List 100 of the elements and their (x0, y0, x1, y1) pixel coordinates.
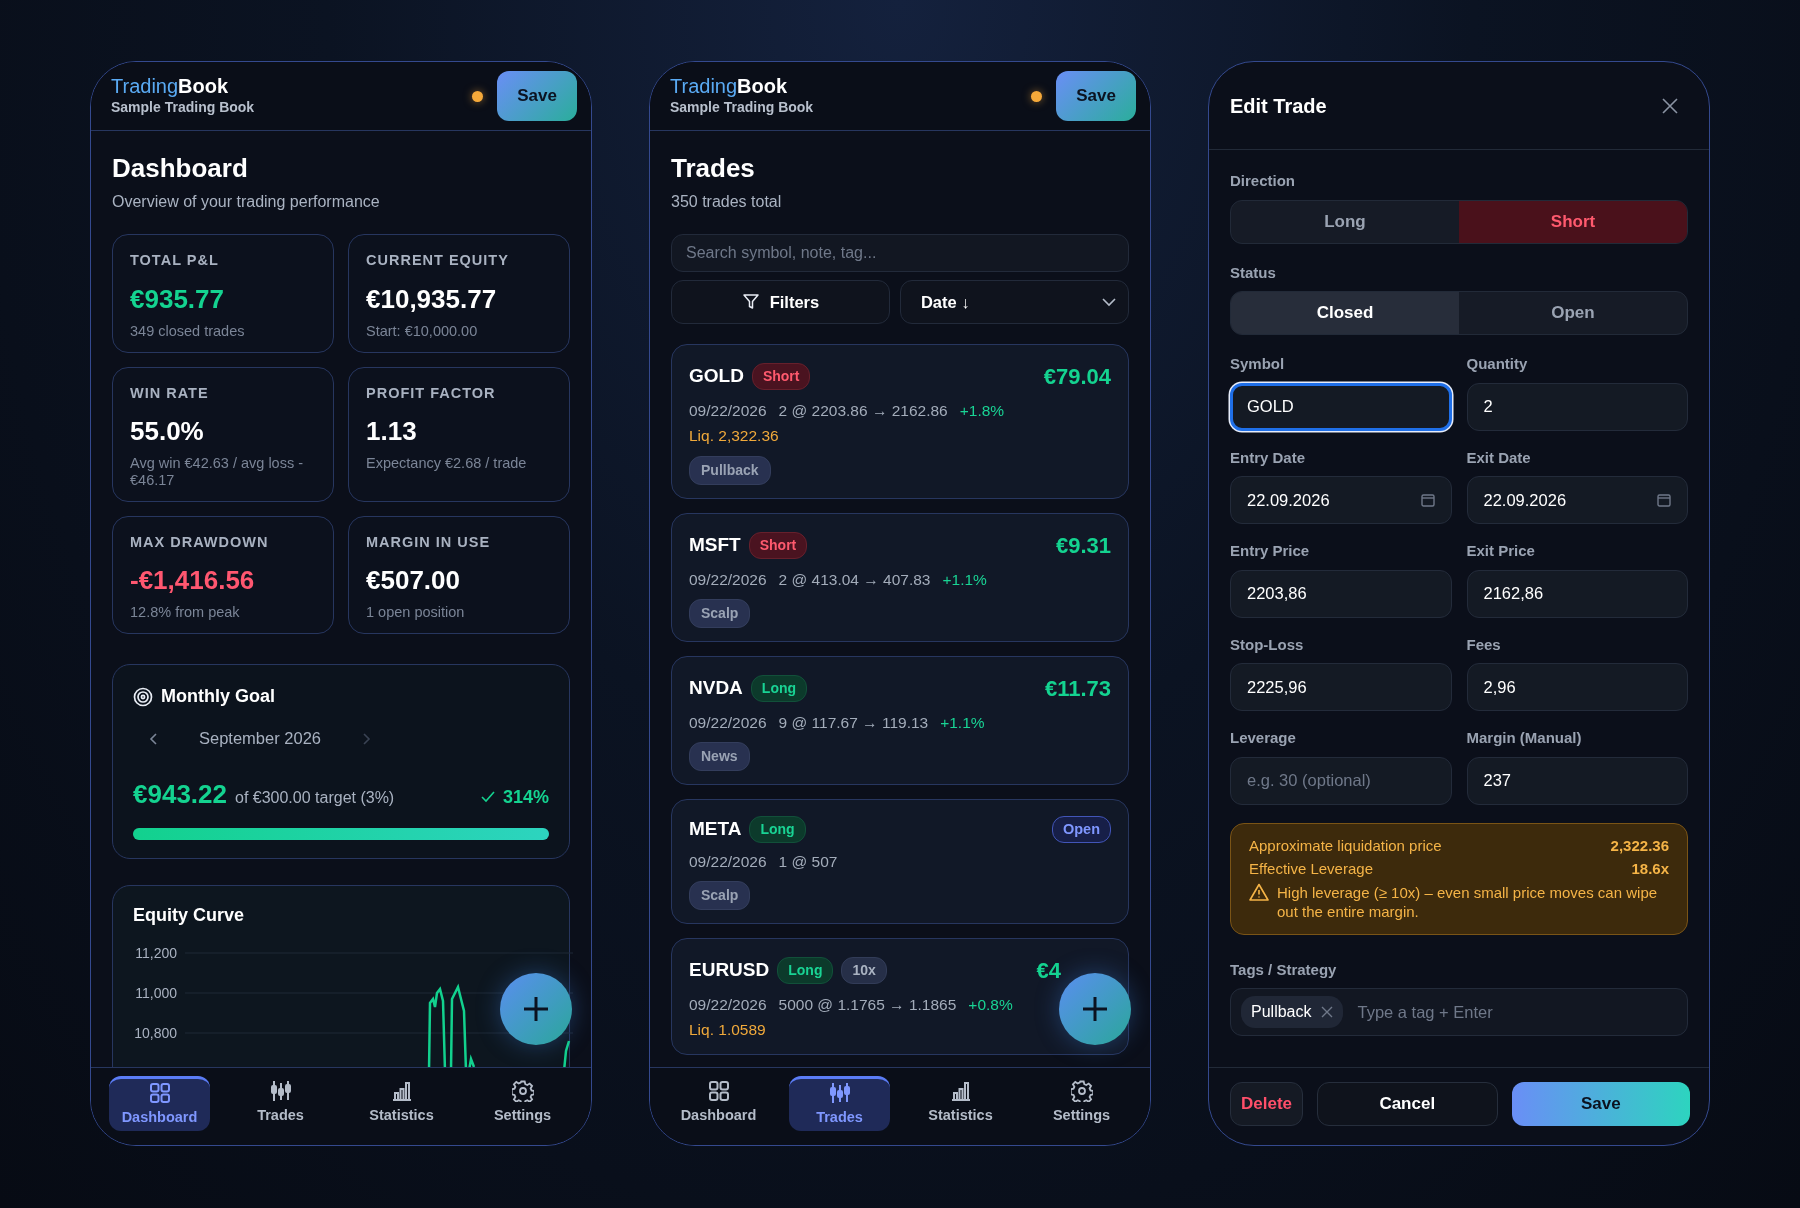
warning-message: High leverage (≥ 10x) – even small price moves can wipe out the entire margin. (1277, 882, 1659, 922)
input-field[interactable]: 2162,86 (1466, 569, 1688, 618)
trade-card[interactable]: GOLD Short €79.04 09/22/2026 2 @ 2203.86 → 2162.86 +1.8% Liq. 2,322.36 Pullback (671, 344, 1129, 499)
field-label: Leverage (1230, 728, 1297, 748)
input-field[interactable]: 2,96 (1466, 663, 1688, 711)
liquidation-price: Liq. 1.0589 (689, 1020, 767, 1041)
trade-pnl: €79.04 (1043, 363, 1111, 392)
field-label: Stop-Loss (1230, 634, 1305, 655)
trade-card[interactable]: NVDA Long €11.73 09/22/2026 9 @ 117.67 → 119.13 +1.1% News (671, 655, 1129, 786)
field-input[interactable]: GOLD (1247, 394, 1435, 419)
nav-tab[interactable]: Dashboard (109, 1076, 210, 1131)
tag-chip[interactable]: Pullback (1241, 996, 1344, 1028)
save-button[interactable]: Save (497, 71, 577, 121)
save-button[interactable]: Save (1056, 71, 1136, 121)
leverage-badge: 10x (841, 956, 887, 984)
nav-tab[interactable]: Statistics (910, 1076, 1011, 1131)
book-name: Sample Trading Book (670, 97, 815, 117)
input-field[interactable]: 2203,86 (1230, 569, 1452, 618)
field-label: Symbol (1230, 354, 1286, 374)
settings-icon (1070, 1080, 1093, 1103)
input-field[interactable]: 2225,96 (1230, 663, 1452, 711)
input-field[interactable]: e.g. 30 (optional) (1230, 756, 1452, 805)
trade-detail: 9 @ 117.67 → 119.13 (778, 712, 929, 733)
nav-tab[interactable]: Trades (230, 1076, 331, 1131)
calendar-icon[interactable] (1657, 493, 1671, 507)
segment-option[interactable]: Short (1459, 200, 1687, 243)
field-input[interactable]: 2225,96 (1247, 674, 1435, 700)
field-label: Status (1230, 262, 1277, 283)
segment-option[interactable]: Closed (1231, 292, 1459, 334)
field-input[interactable]: e.g. 30 (optional) (1247, 768, 1435, 793)
field-label: Tags / Strategy (1230, 959, 1338, 980)
warning-value: 2,322.36 (1610, 835, 1669, 855)
trade-detail: 5000 @ 1.1765 → 1.1865 (778, 994, 957, 1015)
field-input[interactable]: 22.09.2026 (1483, 487, 1649, 513)
input-field[interactable]: GOLD (1230, 382, 1452, 431)
field-input[interactable]: 2203,86 (1247, 581, 1435, 606)
stat-value: €10,935.77 (366, 282, 498, 316)
stat-note: 349 closed trades (130, 322, 246, 340)
segment-option[interactable]: Open (1459, 292, 1687, 334)
tags-field[interactable]: Pullback Type a tag + Enter (1230, 988, 1688, 1036)
trade-symbol: MSFT (689, 532, 741, 557)
stat-value: -€1,416.56 (130, 564, 256, 598)
input-field[interactable]: 2 (1466, 382, 1688, 431)
close-icon[interactable] (1661, 96, 1679, 115)
bar-chart-icon (949, 1080, 972, 1103)
trade-date: 09/22/2026 (689, 851, 767, 872)
filters-button[interactable]: Filters (671, 280, 890, 325)
goal-target: of €300.00 target (3%) (235, 787, 396, 808)
trade-detail: 2 @ 2203.86 → 2162.86 (778, 401, 948, 422)
nav-tab[interactable]: Statistics (351, 1076, 452, 1131)
previous-month-icon[interactable] (149, 731, 159, 746)
field-label: Exit Date (1466, 447, 1532, 468)
field-input[interactable]: 2,96 (1483, 674, 1671, 700)
trade-change: +0.8% (968, 994, 1013, 1015)
warning-icon (1249, 882, 1269, 901)
field-input[interactable]: 2162,86 (1483, 581, 1671, 606)
grid-icon (707, 1080, 730, 1103)
input-field[interactable]: 22.09.2026 (1230, 476, 1452, 524)
stat-label: PROFIT FACTOR (366, 383, 497, 403)
trade-card[interactable]: META Long Open 09/22/2026 1 @ 507 Scalp (671, 799, 1129, 924)
trade-tag: News (689, 742, 750, 772)
nav-tab[interactable]: Settings (472, 1076, 573, 1131)
goal-title: Monthly Goal (161, 685, 275, 709)
trade-tag: Scalp (689, 598, 751, 628)
warning-label: Approximate liquidation price (1249, 835, 1442, 855)
nav-tab[interactable]: Trades (789, 1076, 890, 1131)
footer-button[interactable]: Delete (1230, 1082, 1304, 1126)
page-title: Trades (671, 153, 756, 185)
stat-label: MAX DRAWDOWN (130, 532, 270, 552)
filter-icon (741, 293, 760, 312)
warning-label: Effective Leverage (1249, 859, 1373, 879)
trade-change: +1.8% (959, 401, 1005, 422)
page-title: Dashboard (112, 153, 249, 185)
status-badge: Open (1051, 815, 1111, 844)
field-label: Entry Price (1230, 541, 1311, 561)
calendar-icon[interactable] (1420, 493, 1435, 507)
footer-button[interactable]: Save (1511, 1082, 1690, 1126)
segment-option[interactable]: Long (1231, 200, 1459, 243)
trade-date: 09/22/2026 (689, 569, 767, 590)
footer-button[interactable]: Cancel (1317, 1082, 1498, 1126)
input-field[interactable]: 22.09.2026 (1466, 476, 1688, 524)
direction-badge: Long (750, 674, 808, 702)
field-input[interactable]: 22.09.2026 (1247, 487, 1413, 513)
stat-label: TOTAL P&L (130, 251, 220, 271)
field-input[interactable]: 237 (1483, 768, 1671, 793)
goal-amount: €943.22 (133, 777, 227, 811)
trade-date: 09/22/2026 (689, 401, 767, 422)
tag-input[interactable]: Type a tag + Enter (1355, 998, 1677, 1026)
trade-card[interactable]: EURUSD Long 10x €4 09/22/2026 5000 @ 1.1765 → 1.1865 +0.8% Liq. 1.0589 (671, 937, 1129, 1056)
remove-icon[interactable] (1321, 1006, 1334, 1018)
search-field[interactable]: Search symbol, note, tag... (671, 234, 1129, 273)
nav-tab[interactable]: Settings (1031, 1076, 1132, 1131)
sort-select[interactable]: Date ↓ (899, 280, 1129, 325)
axis-label: 11,000 (135, 984, 177, 1001)
input-field[interactable]: 237 (1466, 756, 1688, 805)
trade-tag: Scalp (689, 880, 751, 910)
field-input[interactable]: 2 (1483, 394, 1671, 419)
trade-change: +1.1% (940, 712, 985, 733)
trade-card[interactable]: MSFT Short €9.31 09/22/2026 2 @ 413.04 → 407.83 +1.1% Scalp (671, 512, 1129, 642)
nav-tab[interactable]: Dashboard (668, 1076, 769, 1131)
